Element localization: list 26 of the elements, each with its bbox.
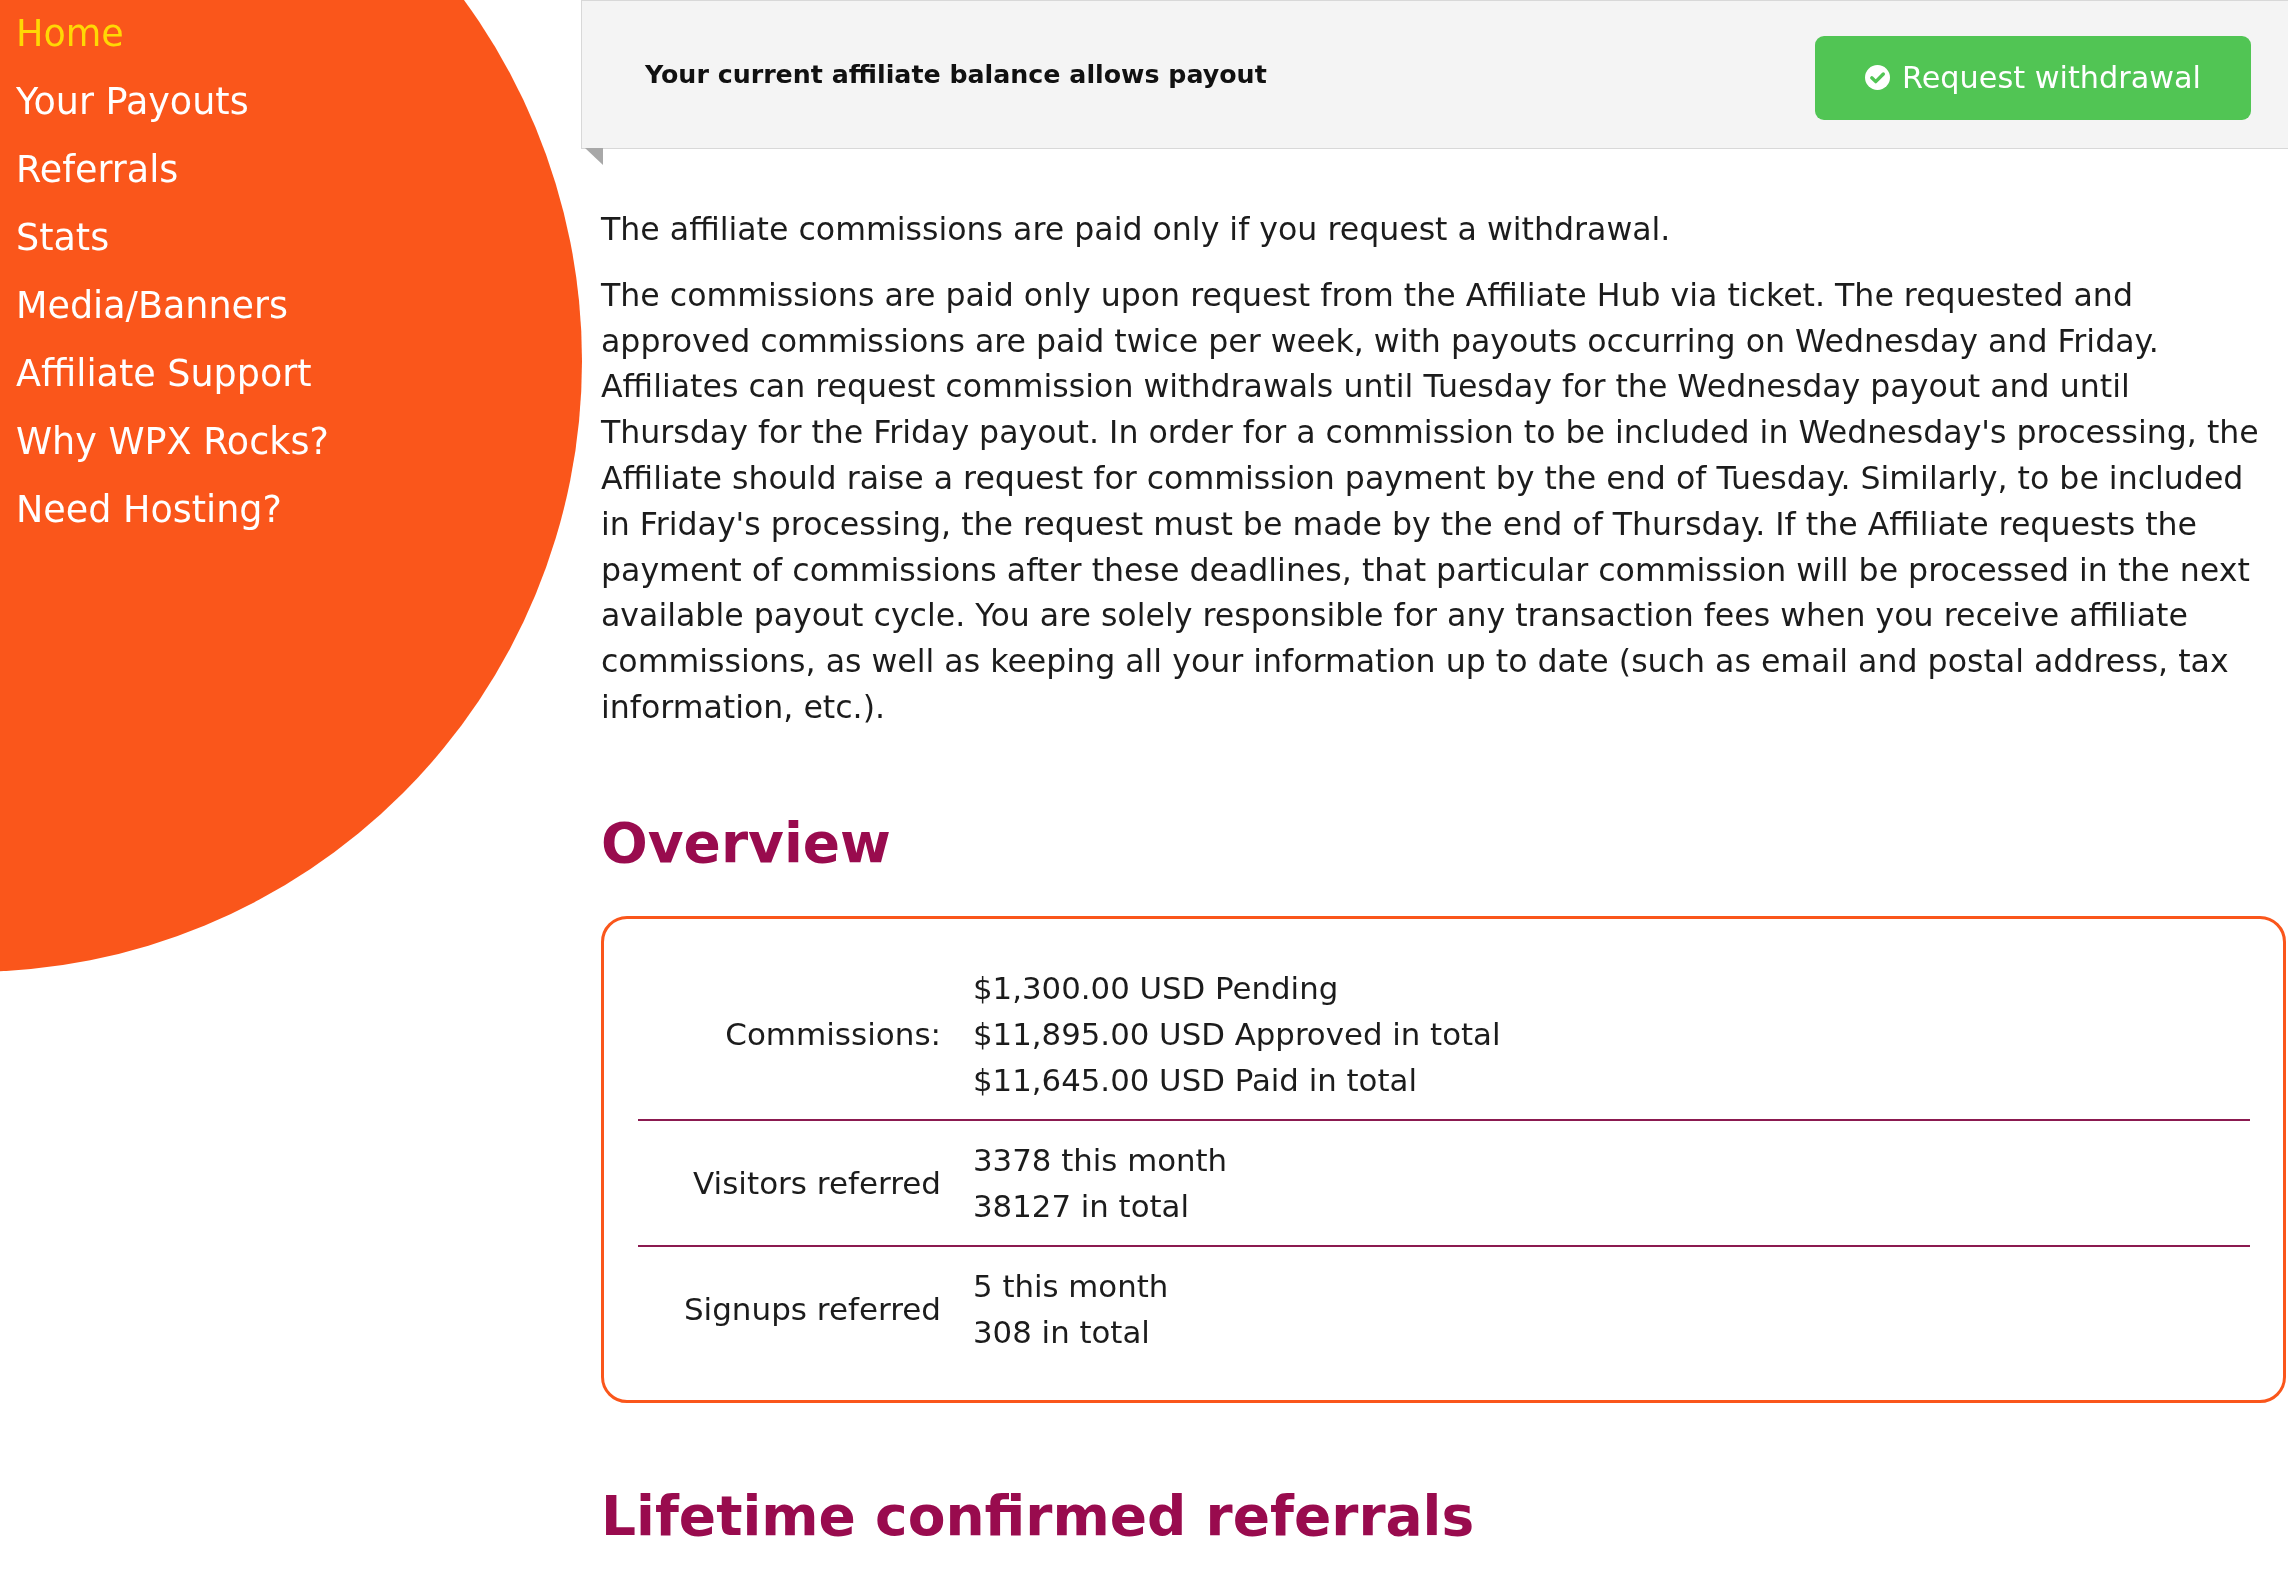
info-paragraph: The affiliate commissions are paid only if you request a withdrawal.	[601, 210, 1672, 249]
stat-value: $1,300.00 USD Pending	[973, 968, 1339, 1008]
corner-fold-icon	[585, 148, 603, 165]
stat-value: 3378 this month	[973, 1140, 1228, 1180]
stat-value: $11,895.00 USD Approved in total	[973, 1014, 1501, 1054]
stat-value: 5 this month	[973, 1266, 1169, 1306]
nav-link[interactable]: Why WPX Rocks?	[16, 408, 329, 476]
stat-value: 308 in total	[973, 1312, 1150, 1352]
nav-link[interactable]: Media/Banners	[16, 272, 289, 340]
withdrawal-button[interactable]: Request withdrawal	[1815, 35, 2251, 120]
nav-link[interactable]: Affiliate Support	[16, 340, 312, 408]
nav-link[interactable]: Stats	[16, 204, 110, 272]
nav-link[interactable]: Referrals	[16, 136, 179, 204]
nav-link[interactable]: Need Hosting?	[16, 476, 282, 544]
stat-label: Signups referred	[683, 1289, 941, 1329]
section-heading: Overview	[601, 809, 891, 876]
stat-value: 38127 in total	[973, 1186, 1190, 1226]
banner-message: Your current affiliate balance allows payout	[645, 60, 1267, 89]
section-heading: Lifetime confirmed referrals	[601, 1482, 1475, 1549]
stat-value: $11,645.00 USD Paid in total	[973, 1060, 1417, 1100]
check-circle-icon	[1865, 65, 1890, 90]
nav-link[interactable]: Your Payouts	[16, 68, 249, 136]
nav-link[interactable]: Home	[16, 0, 124, 68]
stat-label: Visitors referred	[693, 1163, 941, 1203]
stat-label: Commissions:	[725, 1014, 941, 1054]
info-paragraph: The commissions are paid only upon request from the Affiliate Hub via ticket. The requested and approved commissions are paid twice per week, with payouts occurring on Wednesday and Friday. Affiliates can request commission withdrawals until Tuesday for the Wednesday payout and until Thursday for the Friday payout. In order for a commission to be included in Wednesday's processing, the Affiliate should raise a request for commission payment by the end of Tuesday. Similarly, to be included in Friday's processing, the request must be made by the end of Thursday. If the Affiliate requests the payment of commissions after these deadlines, that particular commission will be processed in the next available payout cycle. You are solely responsible for any transaction fees when you receive affiliate commissions, as well as keeping all your information up to date (such as email and postal address, tax information, etc.).	[601, 275, 2260, 727]
